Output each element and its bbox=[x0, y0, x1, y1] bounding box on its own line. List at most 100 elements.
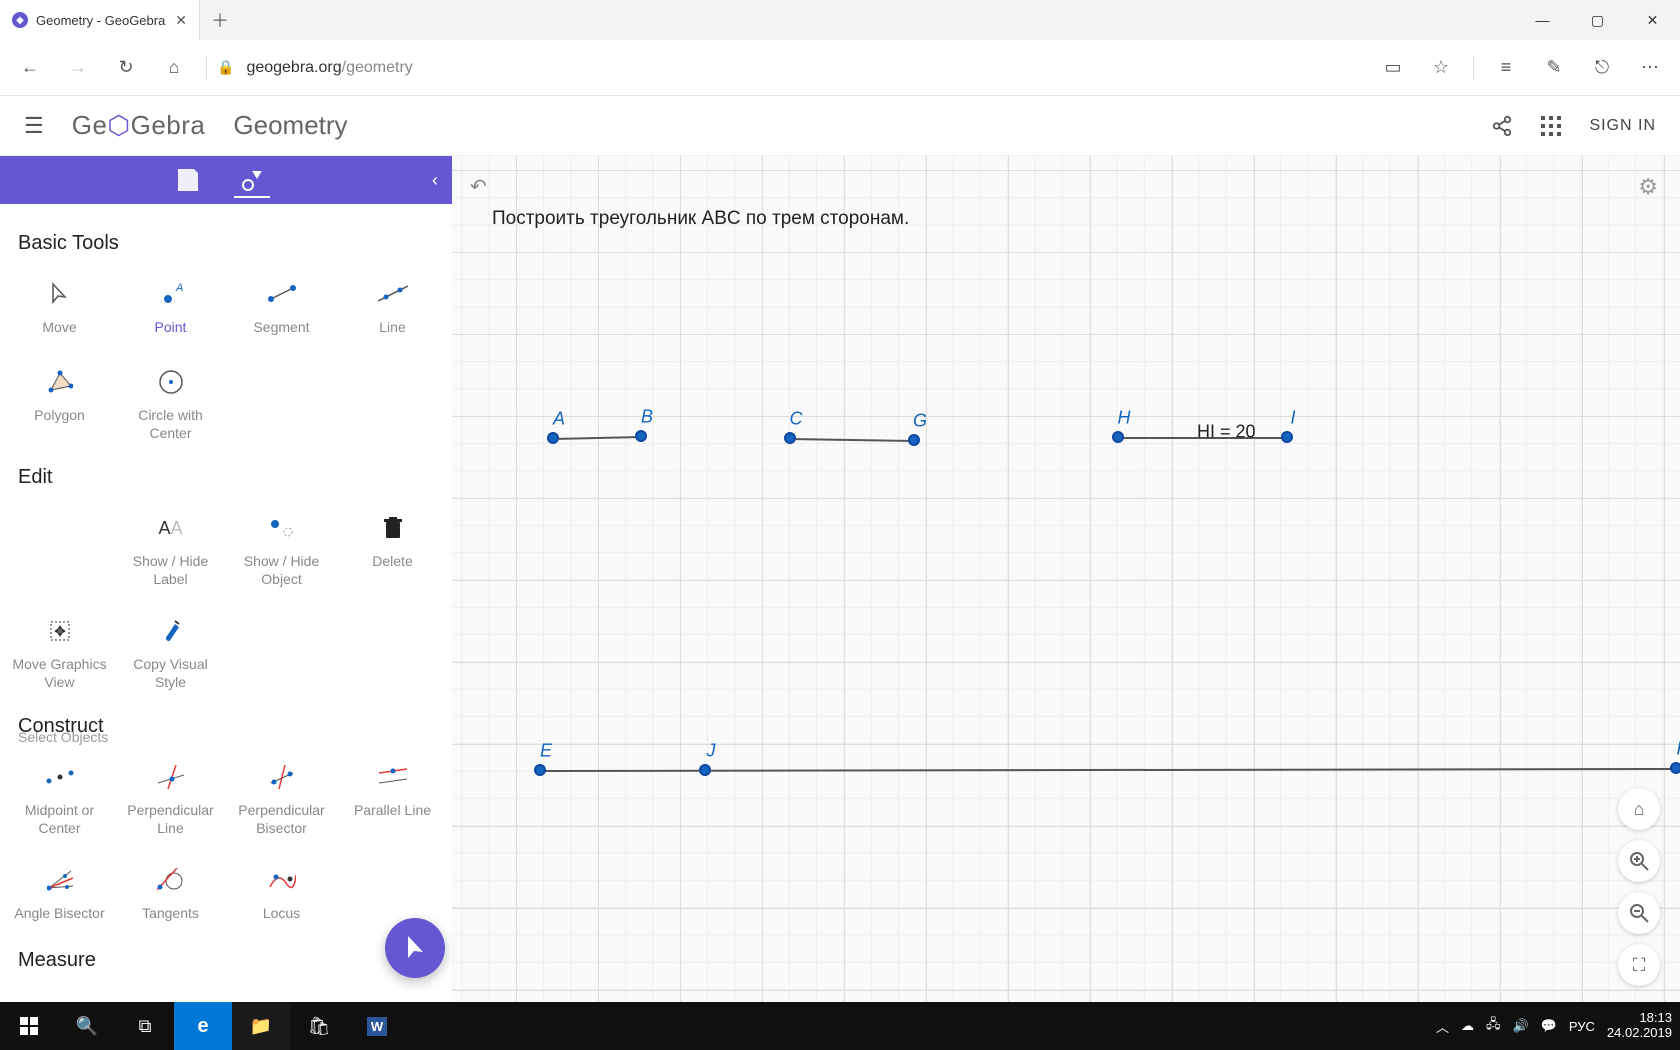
point-A[interactable] bbox=[547, 432, 559, 444]
tray-volume-icon[interactable]: 🔊 bbox=[1513, 1018, 1529, 1034]
app-header: ☰ Ge⬡Gebra Geometry SIGN IN bbox=[0, 96, 1680, 156]
tray-language[interactable]: РУС bbox=[1569, 1019, 1595, 1034]
segment[interactable] bbox=[790, 438, 914, 442]
nav-back-button[interactable]: ← bbox=[8, 46, 52, 90]
point-C[interactable] bbox=[784, 432, 796, 444]
tool-hint: Select Objects bbox=[18, 729, 108, 745]
tool-segment[interactable]: Segment bbox=[226, 265, 337, 353]
point-label-A: A bbox=[553, 409, 565, 430]
taskbar-explorer[interactable]: 📁 bbox=[232, 1002, 290, 1050]
tool-point[interactable]: A Point bbox=[115, 265, 226, 353]
nav-forward-button[interactable]: → bbox=[56, 46, 100, 90]
section-measure: Measure bbox=[18, 949, 448, 972]
window-close-button[interactable]: ✕ bbox=[1625, 0, 1680, 40]
tool-perpendicular-line[interactable]: Perpendicular Line bbox=[115, 748, 226, 851]
favorite-icon[interactable]: ☆ bbox=[1419, 46, 1463, 90]
tool-circle[interactable]: Circle with Center bbox=[115, 353, 226, 456]
label-icon: AA bbox=[156, 513, 186, 543]
signin-button[interactable]: SIGN IN bbox=[1589, 117, 1656, 135]
point-label-J: J bbox=[707, 741, 716, 762]
cursor-icon bbox=[45, 279, 75, 309]
zoom-out-button[interactable] bbox=[1618, 892, 1660, 934]
browser-tab[interactable]: ◆ Geometry - GeoGebra ✕ bbox=[0, 0, 200, 40]
fullscreen-button[interactable]: ⛶ bbox=[1618, 944, 1660, 986]
window-minimize-button[interactable]: — bbox=[1515, 0, 1570, 40]
section-basic-tools: Basic Tools bbox=[18, 232, 448, 255]
tray-onedrive-icon[interactable]: ☁ bbox=[1461, 1018, 1474, 1034]
hub-icon[interactable]: ≡ bbox=[1484, 46, 1528, 90]
windows-taskbar: 🔍 ⧉ e 📁 🛍 W ︿ ☁ 🖧 🔊 💬 РУС 18:13 24.02.20… bbox=[0, 1002, 1680, 1050]
point-G[interactable] bbox=[908, 434, 920, 446]
taskbar-edge[interactable]: e bbox=[174, 1002, 232, 1050]
point-F[interactable] bbox=[1670, 762, 1680, 774]
reading-view-icon[interactable]: ▭ bbox=[1371, 46, 1415, 90]
main-area: ‹ Basic Tools Move A Point Segment bbox=[0, 156, 1680, 1002]
tool-polygon[interactable]: Polygon bbox=[4, 353, 115, 456]
tray-chevron-icon[interactable]: ︿ bbox=[1436, 1017, 1449, 1036]
system-tray: ︿ ☁ 🖧 🔊 💬 РУС 18:13 24.02.2019 bbox=[1428, 1011, 1680, 1041]
perpendicular-icon bbox=[156, 762, 186, 792]
tools-sidebar: ‹ Basic Tools Move A Point Segment bbox=[0, 156, 452, 1002]
pan-icon bbox=[45, 616, 75, 646]
point-label-E: E bbox=[540, 741, 552, 762]
search-button[interactable]: 🔍 bbox=[58, 1002, 116, 1050]
url-text[interactable]: geogebra.org/geometry bbox=[246, 59, 412, 77]
tool-show-hide-label[interactable]: AA Show / Hide Label bbox=[115, 499, 226, 602]
tool-show-hide-object[interactable]: Show / Hide Object bbox=[226, 499, 337, 602]
midpoint-icon bbox=[45, 762, 75, 792]
sidebar-header: ‹ bbox=[0, 156, 452, 204]
tab-close-icon[interactable]: ✕ bbox=[175, 12, 187, 29]
tools-view-tab[interactable] bbox=[234, 156, 270, 204]
window-maximize-button[interactable]: ▢ bbox=[1570, 0, 1625, 40]
tool-perpendicular-bisector[interactable]: Perpendicular Bisector bbox=[226, 748, 337, 851]
tool-move[interactable]: Move bbox=[4, 265, 115, 353]
point-label-G: G bbox=[913, 411, 927, 432]
new-tab-button[interactable]: ＋ bbox=[200, 0, 240, 40]
task-view-button[interactable]: ⧉ bbox=[116, 1002, 174, 1050]
point-B[interactable] bbox=[635, 430, 647, 442]
segment[interactable] bbox=[553, 436, 641, 440]
algebra-view-tab[interactable] bbox=[170, 156, 206, 204]
nav-refresh-button[interactable]: ↻ bbox=[104, 46, 148, 90]
app-logo[interactable]: Ge⬡Gebra bbox=[72, 110, 206, 141]
collapse-sidebar-icon[interactable]: ‹ bbox=[432, 170, 438, 191]
share-browser-icon[interactable]: ⎋ bbox=[1580, 46, 1624, 90]
taskbar-word[interactable]: W bbox=[348, 1002, 406, 1050]
tray-network-icon[interactable]: 🖧 bbox=[1486, 1015, 1501, 1037]
zoom-in-button[interactable] bbox=[1618, 840, 1660, 882]
notes-icon[interactable]: ✎ bbox=[1532, 46, 1576, 90]
point-J[interactable] bbox=[699, 764, 711, 776]
tool-tangents[interactable]: Tangents bbox=[115, 851, 226, 939]
brush-icon bbox=[156, 616, 186, 646]
tool-locus[interactable]: Locus bbox=[226, 851, 337, 939]
home-view-button[interactable]: ⌂ bbox=[1618, 788, 1660, 830]
tool-copy-style[interactable]: Copy Visual Style bbox=[115, 602, 226, 705]
tool-line[interactable]: Line bbox=[337, 265, 448, 353]
lock-icon: 🔒 bbox=[217, 59, 234, 76]
tool-move-graphics[interactable]: Move Graphics View bbox=[4, 602, 115, 705]
apps-icon[interactable] bbox=[1541, 116, 1561, 136]
tool-angle-bisector[interactable]: Angle Bisector bbox=[4, 851, 115, 939]
tangent-icon bbox=[156, 865, 186, 895]
tool-parallel-line[interactable]: Parallel Line bbox=[337, 748, 448, 851]
tray-notification-icon[interactable]: 💬 bbox=[1541, 1018, 1557, 1034]
point-I[interactable] bbox=[1281, 431, 1293, 443]
point-E[interactable] bbox=[534, 764, 546, 776]
sidebar-body[interactable]: Basic Tools Move A Point Segment Line bbox=[0, 204, 452, 1002]
tool-delete[interactable]: Delete bbox=[337, 499, 448, 602]
tool-midpoint[interactable]: Midpoint or Center bbox=[4, 748, 115, 851]
mode-fab[interactable] bbox=[385, 918, 445, 978]
start-button[interactable] bbox=[0, 1002, 58, 1050]
share-icon[interactable] bbox=[1491, 115, 1513, 137]
tray-clock[interactable]: 18:13 24.02.2019 bbox=[1607, 1011, 1672, 1041]
point-H[interactable] bbox=[1112, 431, 1124, 443]
menu-icon[interactable]: ☰ bbox=[24, 113, 44, 139]
graphics-view[interactable]: ↶ ⚙ Построить треугольник ABC по трем ст… bbox=[452, 156, 1680, 1002]
taskbar-store[interactable]: 🛍 bbox=[290, 1002, 348, 1050]
geometry-canvas[interactable]: ABCGHIEJFHI = 20 bbox=[452, 156, 1680, 1002]
section-edit: Edit bbox=[18, 466, 448, 489]
more-icon[interactable]: ⋯ bbox=[1628, 46, 1672, 90]
point-icon: A bbox=[156, 279, 186, 309]
nav-home-button[interactable]: ⌂ bbox=[152, 46, 196, 90]
visibility-icon bbox=[267, 513, 297, 543]
